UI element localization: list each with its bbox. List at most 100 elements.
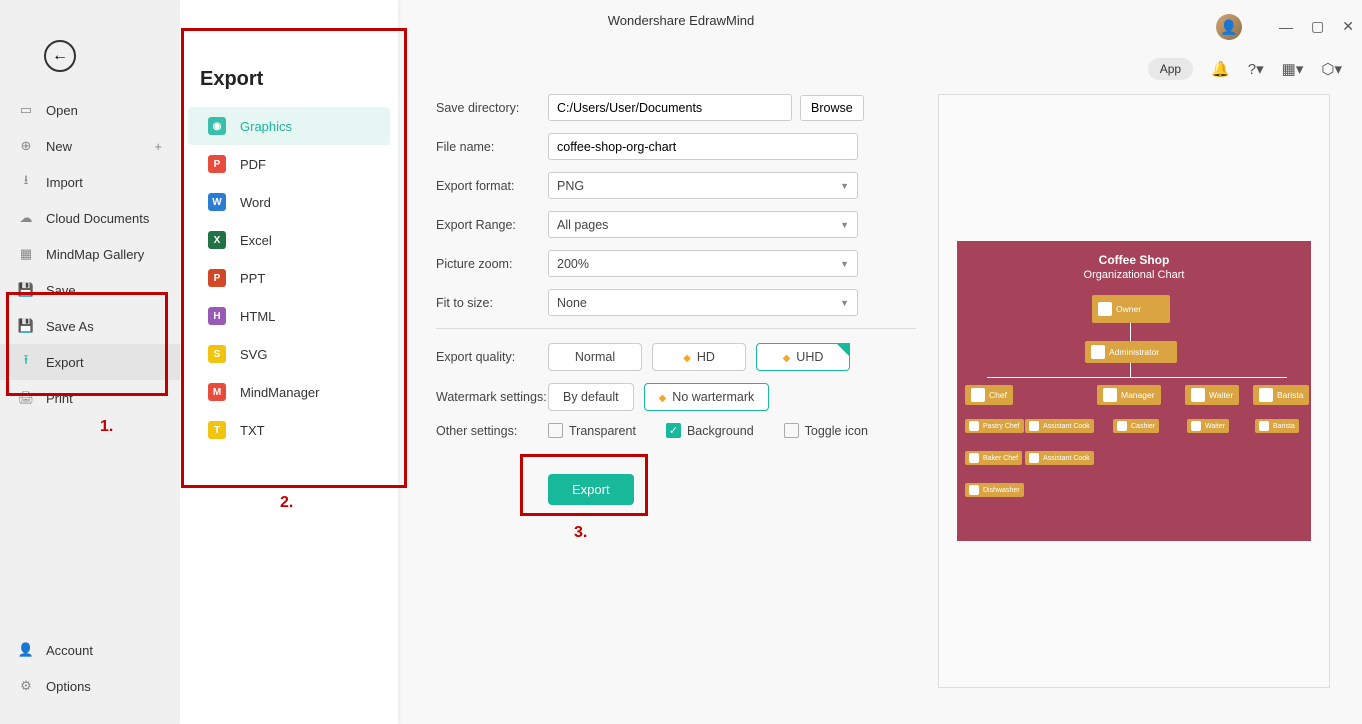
node-owner: Owner [1092, 295, 1170, 323]
node-barista2-label: Barista [1273, 423, 1295, 430]
node-barista-label: Barista [1277, 390, 1303, 400]
avatar-icon [1259, 421, 1269, 431]
menu-import[interactable]: ⭳Import [0, 164, 180, 200]
node-waiter-label: Waiter [1209, 390, 1233, 400]
menu-open[interactable]: ▭Open [0, 92, 180, 128]
watermark-none-label: No wartermark [672, 390, 754, 404]
export-graphics[interactable]: ◉Graphics [188, 107, 390, 145]
export-html[interactable]: H HTML [188, 297, 390, 335]
node-asst-cook-label: Assistant Cook [1043, 423, 1090, 430]
export-pdf[interactable]: PPDF [188, 145, 390, 183]
left-sidebar: ← ▭Open ⊕New+ ⭳Import ☁Cloud Documents ▦… [0, 0, 180, 724]
connector [1130, 363, 1131, 377]
chk-transparent[interactable]: Transparent [548, 423, 636, 438]
node-dishwasher: Dishwasher [965, 483, 1024, 497]
annotation-2: 2. [280, 494, 293, 512]
node-manager-label: Manager [1121, 390, 1155, 400]
export-mindmanager[interactable]: MMindManager [188, 373, 390, 411]
minimize-button[interactable]: — [1279, 19, 1293, 35]
menu-gallery[interactable]: ▦MindMap Gallery [0, 236, 180, 272]
node-barista: Barista [1253, 385, 1309, 405]
format-select[interactable]: PNG▼ [548, 172, 858, 199]
connector [1130, 323, 1131, 341]
export-word[interactable]: WWord [188, 183, 390, 221]
save-dir-label: Save directory: [436, 101, 548, 115]
menu-save-label: Save [46, 283, 76, 298]
checkbox-icon [548, 423, 563, 438]
zoom-select[interactable]: 200% ▼ [548, 250, 858, 277]
export-ppt[interactable]: P PPT [188, 259, 390, 297]
node-pastry-label: Pastry Chef [983, 423, 1020, 430]
menu-save[interactable]: 💾Save [0, 272, 180, 308]
connector [987, 377, 1287, 378]
save-as-icon: 💾 [18, 318, 34, 334]
chk-background[interactable]: ✓ Background [666, 423, 754, 438]
filename-input[interactable] [548, 133, 858, 160]
node-cashier: Cashier [1113, 419, 1159, 433]
watermark-none[interactable]: No wartermark [644, 383, 770, 411]
account-icon: 👤 [18, 642, 34, 658]
chevron-down-icon: ▼ [840, 259, 849, 269]
cloud-icon: ☁ [18, 210, 34, 226]
browse-button[interactable]: Browse [800, 95, 864, 121]
back-button[interactable]: ← [44, 40, 76, 72]
fit-select[interactable]: None▼ [548, 289, 858, 316]
bell-icon[interactable]: 🔔 [1211, 60, 1230, 78]
menu-save-as[interactable]: 💾Save As [0, 308, 180, 344]
chk-toggle-label: Toggle icon [805, 424, 868, 438]
menu-account[interactable]: 👤 Account [0, 632, 180, 668]
grid-icon[interactable]: ▦▾ [1282, 60, 1304, 78]
range-select[interactable]: All pages▼ [548, 211, 858, 238]
avatar-icon [971, 388, 985, 402]
menu-options[interactable]: ⚙Options [0, 668, 180, 704]
menu-import-label: Import [46, 175, 83, 190]
range-label: Export Range: [436, 218, 548, 232]
export-svg[interactable]: SSVG [188, 335, 390, 373]
export-html-label: HTML [240, 309, 275, 324]
app-pill[interactable]: App [1148, 58, 1193, 80]
pdf-icon: P [208, 155, 226, 173]
plus-icon[interactable]: + [154, 139, 162, 154]
export-button[interactable]: Export [548, 474, 634, 505]
chevron-down-icon: ▼ [840, 298, 849, 308]
node-asst-cook: Assistant Cook [1025, 419, 1094, 433]
format-label: Export format: [436, 179, 548, 193]
shirt-icon[interactable]: ⬡▾ [1321, 60, 1342, 78]
save-dir-input[interactable] [548, 94, 792, 121]
export-ppt-label: PPT [240, 271, 265, 286]
quality-normal-label: Normal [575, 350, 615, 364]
export-excel[interactable]: XExcel [188, 221, 390, 259]
chk-background-label: Background [687, 424, 754, 438]
help-icon[interactable]: ?▾ [1248, 60, 1264, 78]
menu-cloud[interactable]: ☁Cloud Documents [0, 200, 180, 236]
export-panel-title: Export [180, 60, 398, 107]
node-cashier-label: Cashier [1131, 423, 1155, 430]
menu-account-label: Account [46, 643, 93, 658]
graphics-icon: ◉ [208, 117, 226, 135]
quality-uhd[interactable]: UHD [756, 343, 850, 371]
zoom-value: 200% [557, 257, 589, 271]
export-txt[interactable]: TTXT [188, 411, 390, 449]
menu-new[interactable]: ⊕New+ [0, 128, 180, 164]
excel-icon: X [208, 231, 226, 249]
user-avatar[interactable]: 👤 [1216, 14, 1242, 40]
maximize-button[interactable]: ▢ [1311, 18, 1324, 35]
checkbox-checked-icon: ✓ [666, 423, 681, 438]
node-dishwasher-label: Dishwasher [983, 487, 1020, 494]
watermark-default[interactable]: By default [548, 383, 634, 411]
export-txt-label: TXT [240, 423, 265, 438]
org-chart-preview: Coffee Shop Organizational Chart Owner A… [957, 241, 1311, 541]
avatar-icon [969, 421, 979, 431]
node-manager: Manager [1097, 385, 1161, 405]
close-button[interactable]: ✕ [1342, 18, 1354, 35]
ppt-icon: P [208, 269, 226, 287]
html-icon: H [208, 307, 226, 325]
chk-toggle-icon[interactable]: Toggle icon [784, 423, 868, 438]
menu-print-label: Print [46, 391, 73, 406]
menu-export[interactable]: ⭱Export [0, 344, 180, 380]
quality-normal[interactable]: Normal [548, 343, 642, 371]
quality-hd[interactable]: HD [652, 343, 746, 371]
export-icon: ⭱ [18, 354, 34, 370]
menu-print[interactable]: 🖨Print [0, 380, 180, 416]
node-asst-cook2-label: Assistant Cook [1043, 455, 1090, 462]
